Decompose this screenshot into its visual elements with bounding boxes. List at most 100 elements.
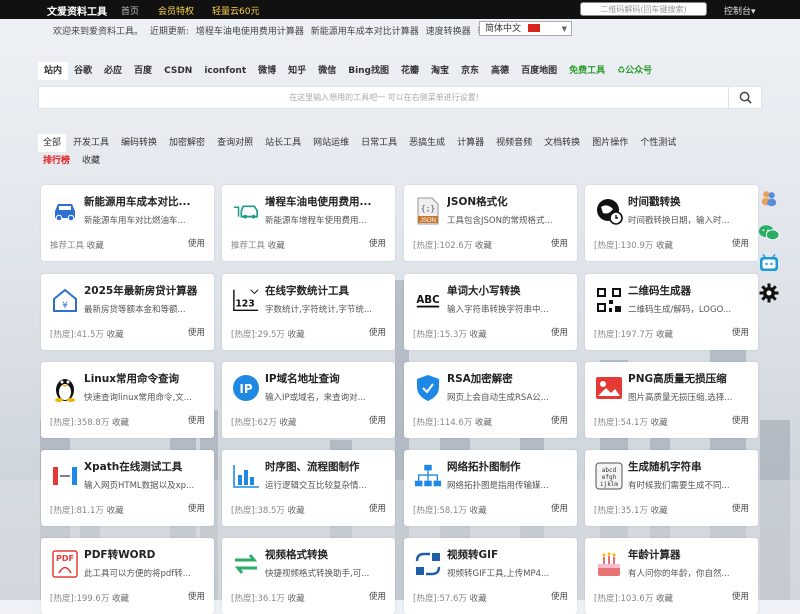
tool-card[interactable]: 年龄计算器 有人问你的年龄，你自然... [热度]:103.6万 收藏 使用 [585, 538, 758, 614]
engine-tab[interactable]: 微信 [312, 62, 342, 80]
favorite-link[interactable]: 收藏 [112, 418, 129, 428]
category-tab[interactable]: 视频音频 [491, 134, 537, 152]
use-button[interactable]: 使用 [188, 237, 205, 249]
use-button[interactable]: 使用 [369, 237, 386, 249]
engine-tab[interactable]: iconfont [198, 62, 252, 80]
tool-card-title[interactable]: 时间戳转换 [628, 194, 752, 209]
use-button[interactable]: 使用 [188, 502, 205, 514]
tool-card-title[interactable]: PNG高质量无损压缩 [628, 371, 752, 386]
tool-card[interactable]: Linux常用命令查询 快速查询linux常用命令,文... [热度]:358.8万… [41, 362, 214, 438]
tool-card[interactable]: PDF PDF转WORD 此工具可以方便的将pdf转... [热度]:199.6万 收… [41, 538, 214, 614]
tool-card-title[interactable]: IP域名地址查询 [265, 371, 389, 386]
use-button[interactable]: 使用 [551, 590, 568, 602]
engine-tab[interactable]: 必应 [98, 62, 128, 80]
gear-icon[interactable] [758, 282, 780, 304]
category-tab[interactable]: 网站运维 [308, 134, 354, 152]
category-tab[interactable]: 恶搞生成 [404, 134, 450, 152]
tool-search-bar[interactable]: 在这里输入想用的工具吧一 可以在右侧菜单进行设置! [38, 86, 762, 109]
category-tab[interactable]: 日常工具 [356, 134, 402, 152]
engine-tab-wechat-official[interactable]: ♻公众号 [611, 62, 658, 80]
favorite-link[interactable]: 收藏 [280, 418, 297, 428]
use-button[interactable]: 使用 [369, 326, 386, 338]
favorite-link[interactable]: 收藏 [470, 594, 487, 604]
engine-tab[interactable]: 淘宝 [425, 62, 455, 80]
favorite-link[interactable]: 收藏 [470, 506, 487, 516]
use-button[interactable]: 使用 [732, 590, 749, 602]
favorite-link[interactable]: 收藏 [112, 594, 129, 604]
tool-card[interactable]: Xpath在线测试工具 输入网页HTML数据以及xp... [热度]:81.1万 收… [41, 450, 214, 526]
tool-card[interactable]: ABC 单词大小写转换 输入字符串转换字符串中... [热度]:15.3万 收藏 使用 [404, 274, 577, 350]
tool-card[interactable]: 二维码生成器 二维码生成/解码，LOGO... [热度]:197.7万 收藏 使用 [585, 274, 758, 350]
recent-link-2[interactable]: 新能源用车成本对比计算器 [311, 27, 419, 37]
use-button[interactable]: 使用 [188, 414, 205, 426]
tool-card-title[interactable]: 增程车油电使用费用... [265, 194, 389, 209]
tool-card[interactable]: 网络拓扑图制作 网络拓扑图是指用传输媒... [热度]:58.1万 收藏 使用 [404, 450, 577, 526]
tool-card-title[interactable]: 2025年最新房贷计算器 [84, 283, 208, 298]
tool-card[interactable]: 新能源用车成本对比... 新能源车用车对比燃油车... 推荐工具 收藏 使用 [41, 185, 214, 261]
wechat-icon[interactable] [758, 222, 780, 244]
language-select[interactable]: 简体中文 ▼ [479, 21, 572, 36]
tool-card[interactable]: 时间戳转换 时间戳转换日期，输入时... [热度]:130.9万 收藏 使用 [585, 185, 758, 261]
top-search-input[interactable]: 二维码解码(回车键搜索) [580, 2, 707, 16]
favorite-link[interactable]: 收藏 [288, 330, 305, 340]
use-button[interactable]: 使用 [188, 326, 205, 338]
tool-card-title[interactable]: 二维码生成器 [628, 283, 752, 298]
tool-card[interactable]: IP IP域名地址查询 输入IP或域名，来查询对... [热度]:62万 收藏 使用 [222, 362, 395, 438]
tool-card[interactable]: 时序图、流程图制作 运行逻辑交互比较复杂情... [热度]:38.5万 收藏 使用 [222, 450, 395, 526]
engine-tab[interactable]: 谷歌 [68, 62, 98, 80]
use-button[interactable]: 使用 [732, 326, 749, 338]
users-icon[interactable] [758, 187, 780, 209]
favorite-link[interactable]: 收藏 [107, 330, 124, 340]
engine-tab-free-tools[interactable]: 免费工具 [563, 62, 611, 80]
bilibili-icon[interactable] [758, 252, 780, 274]
tool-card[interactable]: 123 在线字数统计工具 字数统计,字符统计,字节统... [热度]:29.5万 收藏… [222, 274, 395, 350]
use-button[interactable]: 使用 [369, 590, 386, 602]
use-button[interactable]: 使用 [369, 414, 386, 426]
tool-card-title[interactable]: 新能源用车成本对比... [84, 194, 208, 209]
category-tab[interactable]: 加密解密 [164, 134, 210, 152]
engine-tab[interactable]: 花瓣 [395, 62, 425, 80]
console-menu[interactable]: 控制台▾ [724, 4, 756, 17]
use-button[interactable]: 使用 [551, 326, 568, 338]
nav-cloud[interactable]: 轻量云60元 [212, 4, 259, 17]
category-tab[interactable]: 计算器 [452, 134, 489, 152]
category-tab-favorites[interactable]: 收藏 [77, 152, 105, 170]
tool-card-title[interactable]: 视频转GIF [447, 547, 571, 562]
nav-vip[interactable]: 会员特权 [158, 4, 194, 17]
favorite-link[interactable]: 收藏 [475, 418, 492, 428]
favorite-link[interactable]: 收藏 [470, 330, 487, 340]
use-button[interactable]: 使用 [732, 414, 749, 426]
category-tab[interactable]: 查询对照 [212, 134, 258, 152]
category-tab[interactable]: 图片操作 [587, 134, 633, 152]
tool-card-title[interactable]: PDF转WORD [84, 547, 208, 562]
tool-card-title[interactable]: 时序图、流程图制作 [265, 459, 389, 474]
recent-link-3[interactable]: 速度转换器 [426, 27, 471, 37]
tool-card-title[interactable]: 生成随机字符串 [628, 459, 752, 474]
engine-tab[interactable]: Bing找图 [342, 62, 395, 80]
site-logo[interactable]: 文爱资料工具 [47, 3, 107, 18]
use-button[interactable]: 使用 [732, 502, 749, 514]
use-button[interactable]: 使用 [551, 237, 568, 249]
favorite-link[interactable]: 收藏 [656, 241, 673, 251]
category-tab[interactable]: 开发工具 [68, 134, 114, 152]
tool-card-title[interactable]: 网络拓扑图制作 [447, 459, 571, 474]
category-tab[interactable]: 编码转换 [116, 134, 162, 152]
favorite-link[interactable]: 收藏 [475, 241, 492, 251]
use-button[interactable]: 使用 [551, 414, 568, 426]
engine-tab[interactable]: 站内 [38, 62, 69, 80]
use-button[interactable]: 使用 [369, 502, 386, 514]
favorite-link[interactable]: 收藏 [651, 506, 668, 516]
tool-card-title[interactable]: 视频格式转换 [265, 547, 389, 562]
search-button[interactable] [728, 86, 761, 109]
category-tab[interactable]: 文档转换 [539, 134, 585, 152]
favorite-link[interactable]: 收藏 [288, 506, 305, 516]
category-tab[interactable]: 全部 [38, 134, 67, 152]
category-tab[interactable]: 站长工具 [260, 134, 306, 152]
engine-tab[interactable]: 百度地图 [515, 62, 563, 80]
engine-tab[interactable]: 京东 [455, 62, 485, 80]
category-tab[interactable]: 个性测试 [635, 134, 681, 152]
tool-card-title[interactable]: Xpath在线测试工具 [84, 459, 208, 474]
nav-home[interactable]: 首页 [121, 4, 139, 17]
category-tab-ranking[interactable]: 排行榜 [38, 152, 75, 170]
favorite-link[interactable]: 收藏 [656, 594, 673, 604]
